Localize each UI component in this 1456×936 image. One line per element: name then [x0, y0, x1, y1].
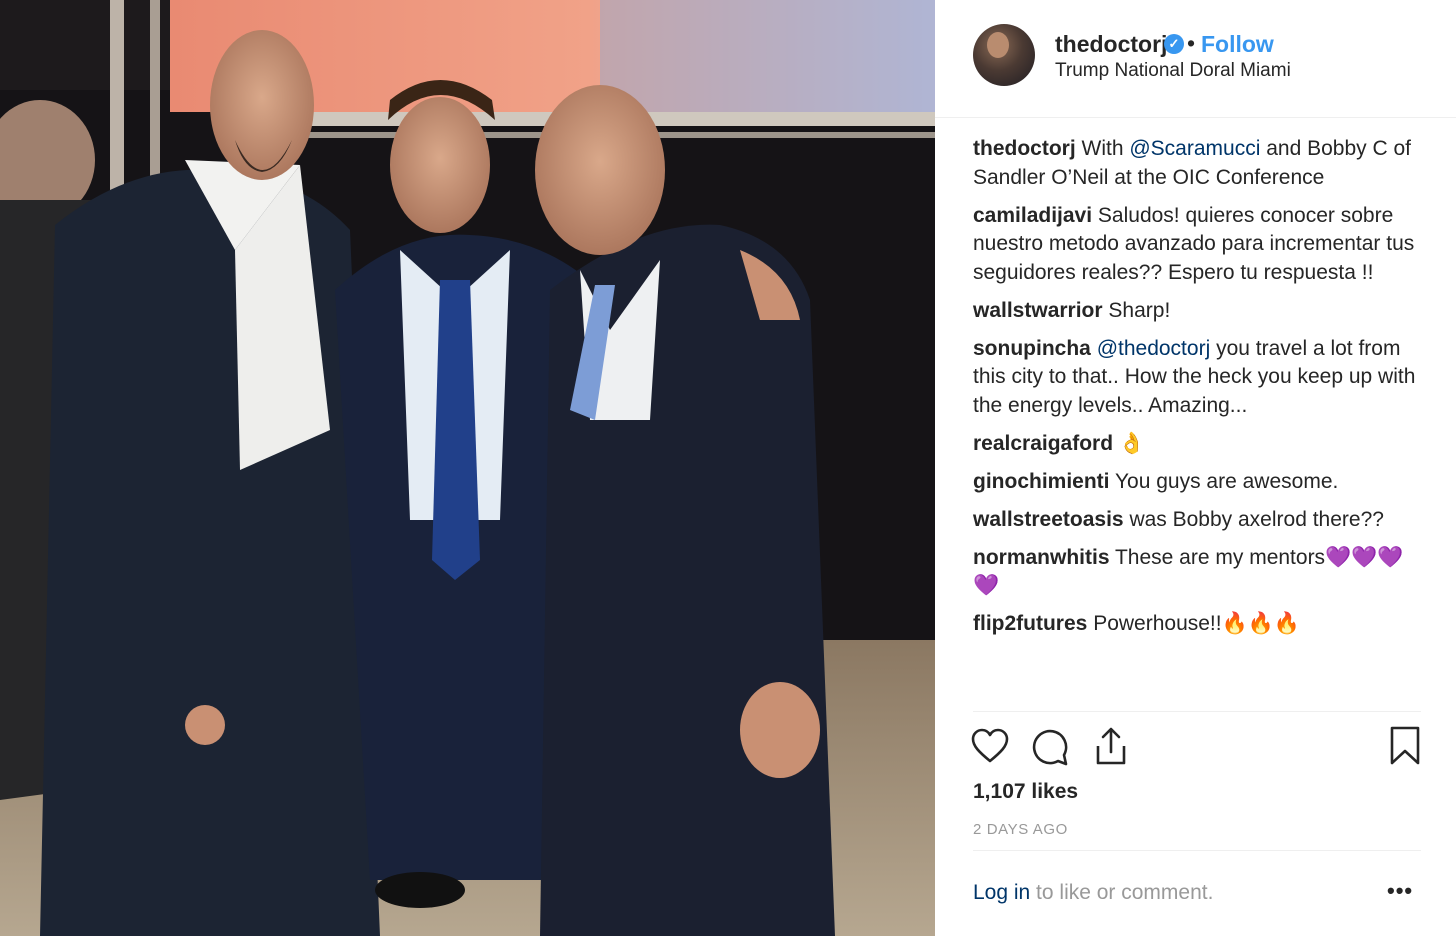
comment-text: Powerhouse!!🔥🔥🔥 — [1093, 612, 1301, 635]
heart-icon[interactable] — [971, 728, 1009, 764]
comment-item: flip2futures Powerhouse!!🔥🔥🔥 — [973, 610, 1423, 639]
caption: thedoctorj With @Scaramucci and Bobby C … — [973, 135, 1423, 192]
post-header: thedoctorj ✓ • Follow Trump National Dor… — [935, 0, 1456, 120]
more-options-icon[interactable]: ••• — [1387, 878, 1413, 904]
comment-item: camiladijavi Saludos! quieres conocer so… — [973, 202, 1423, 288]
header-divider — [935, 117, 1456, 118]
post-timestamp[interactable]: 2 DAYS AGO — [973, 821, 1068, 838]
comment-item: wallstwarrior Sharp! — [973, 297, 1423, 326]
comment-text: Sharp! — [1108, 298, 1171, 322]
comment-username[interactable]: flip2futures — [973, 612, 1087, 635]
post-photo[interactable] — [0, 0, 935, 936]
separator-dot: • — [1187, 30, 1196, 56]
caption-username[interactable]: thedoctorj — [973, 137, 1076, 160]
bookmark-icon[interactable] — [1389, 726, 1421, 766]
comment-item: ginochimienti You guys are awesome. — [973, 468, 1423, 497]
comments-list: thedoctorj With @Scaramucci and Bobby C … — [973, 135, 1423, 648]
comment-mention[interactable]: @thedoctorj — [1097, 337, 1211, 360]
location-link[interactable]: Trump National Doral Miami — [1055, 60, 1291, 82]
verified-badge-icon: ✓ — [1164, 34, 1184, 54]
avatar[interactable] — [973, 24, 1035, 86]
login-prompt-text: to like or comment. — [1030, 881, 1214, 904]
comment-item: sonupincha @thedoctorj you travel a lot … — [973, 335, 1423, 421]
comment-username[interactable]: camiladijavi — [973, 204, 1092, 227]
comment-username[interactable]: ginochimienti — [973, 470, 1110, 493]
actions-divider — [973, 711, 1421, 712]
comment-item: wallstreetoasis was Bobby axelrod there?… — [973, 506, 1423, 535]
caption-text-before: With — [1081, 137, 1130, 160]
photo-illustration — [0, 0, 935, 936]
comment-item: normanwhitis These are my mentors💜💜💜💜 — [973, 544, 1423, 601]
footer-divider — [973, 850, 1421, 851]
comment-item: realcraigaford 👌 — [973, 430, 1423, 459]
comment-text: was Bobby axelrod there?? — [1129, 507, 1384, 531]
likes-count[interactable]: 1,107 likes — [973, 780, 1078, 804]
follow-button[interactable]: Follow — [1201, 31, 1274, 58]
comment-username[interactable]: wallstwarrior — [973, 299, 1103, 322]
username-link[interactable]: thedoctorj — [1055, 31, 1167, 58]
comment-username[interactable]: realcraigaford — [973, 432, 1113, 455]
share-icon[interactable] — [1093, 726, 1129, 766]
comment-username[interactable]: normanwhitis — [973, 546, 1110, 569]
post-sidebar: thedoctorj ✓ • Follow Trump National Dor… — [935, 0, 1456, 936]
comment-username[interactable]: wallstreetoasis — [973, 508, 1124, 531]
login-link[interactable]: Log in — [973, 881, 1030, 904]
login-prompt: Log in to like or comment. — [973, 881, 1213, 905]
comment-text: You guys are awesome. — [1114, 469, 1339, 493]
comment-username[interactable]: sonupincha — [973, 337, 1091, 360]
caption-mention[interactable]: @Scaramucci — [1129, 137, 1260, 160]
comment-text: 👌 — [1118, 431, 1146, 455]
comment-icon[interactable] — [1031, 728, 1069, 766]
instagram-post: thedoctorj ✓ • Follow Trump National Dor… — [0, 0, 1456, 936]
